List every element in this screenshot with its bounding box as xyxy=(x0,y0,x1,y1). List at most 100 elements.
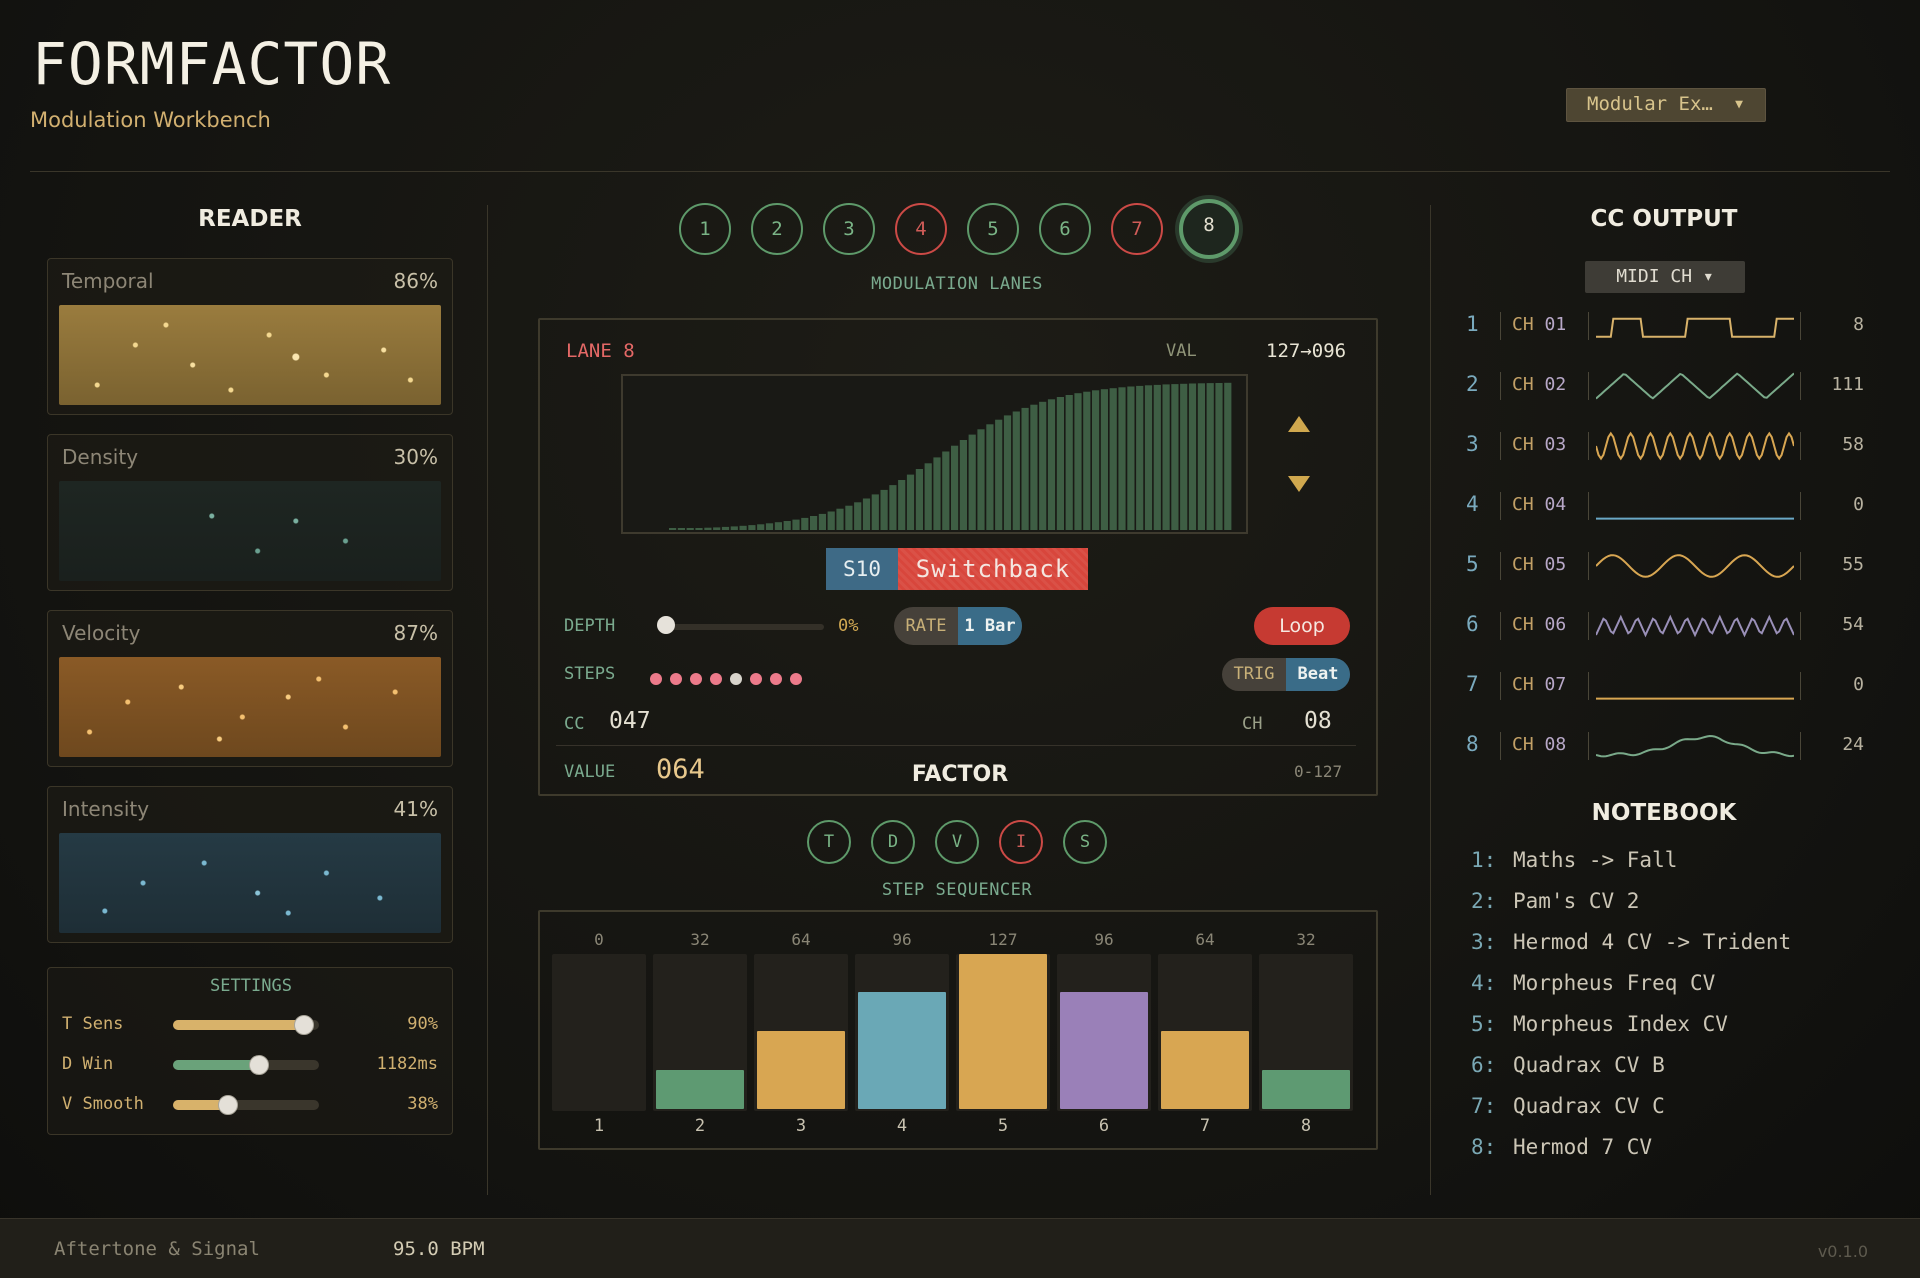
modulation-curve-display[interactable] xyxy=(621,374,1248,534)
step-bar[interactable] xyxy=(656,1070,744,1109)
shape-tag[interactable]: S10 xyxy=(826,548,898,590)
lane-button-5[interactable]: 5 xyxy=(967,203,1019,255)
steps-label: STEPS xyxy=(564,664,616,684)
cc-separator xyxy=(1800,312,1801,340)
factor-button-d[interactable]: D xyxy=(871,820,915,864)
step-bar[interactable] xyxy=(959,954,1047,1109)
preset-select[interactable]: Modular Ex… ▼ xyxy=(1566,88,1766,122)
curve-bar xyxy=(1047,399,1056,530)
step-sequencer-caption: STEP SEQUENCER xyxy=(881,880,1033,900)
slider-knob[interactable] xyxy=(294,1015,315,1035)
reader-card-temporal[interactable]: Temporal 86% xyxy=(47,258,453,415)
step-column-6[interactable] xyxy=(1057,954,1151,1111)
factor-button-v[interactable]: V xyxy=(935,820,979,864)
steps-indicator[interactable] xyxy=(650,670,810,685)
curve-bar xyxy=(898,480,906,530)
cc-row-3[interactable]: 3 CH 03 58 xyxy=(1466,426,1886,466)
lane-button-7[interactable]: 7 xyxy=(1111,203,1163,255)
curve-bar xyxy=(669,528,677,530)
step-bar[interactable] xyxy=(1161,1031,1249,1109)
step-bar[interactable] xyxy=(757,1031,845,1109)
cc-value: 55 xyxy=(1842,554,1864,575)
cc-separator xyxy=(1800,432,1801,460)
lane-button-2[interactable]: 2 xyxy=(751,203,803,255)
rate-selector[interactable]: RATE 1 Bar xyxy=(894,607,1022,645)
depth-label: DEPTH xyxy=(564,616,616,636)
curve-bar xyxy=(748,525,756,530)
shape-name-button[interactable]: Switchback xyxy=(898,548,1088,590)
depth-slider[interactable] xyxy=(664,624,824,630)
cc-row-index: 5 xyxy=(1466,552,1479,576)
cc-separator xyxy=(1588,552,1589,580)
step-column-5[interactable] xyxy=(956,954,1050,1111)
step-bar[interactable] xyxy=(858,992,946,1109)
notebook-item[interactable]: 5: Morpheus Index CV xyxy=(1471,1012,1728,1036)
footer-brand: Aftertone & Signal xyxy=(54,1238,260,1260)
step-column-8[interactable] xyxy=(1259,954,1353,1111)
depth-slider-knob[interactable] xyxy=(657,616,675,634)
loop-button[interactable]: Loop xyxy=(1254,607,1350,645)
reader-card-velocity[interactable]: Velocity 87% xyxy=(47,610,453,767)
cc-waveform xyxy=(1596,317,1794,338)
factor-button-i[interactable]: I xyxy=(999,820,1043,864)
cc-number-input[interactable]: 047 xyxy=(609,708,651,734)
step-column-2[interactable] xyxy=(653,954,747,1111)
cc-row-2[interactable]: 2 CH 02 111 xyxy=(1466,366,1886,406)
reader-card-density[interactable]: Density 30% xyxy=(47,434,453,591)
cc-row-7[interactable]: 7 CH 07 0 xyxy=(1466,666,1886,706)
lane-button-3[interactable]: 3 xyxy=(823,203,875,255)
trig-selector[interactable]: TRIG Beat xyxy=(1222,658,1350,691)
d-win-slider[interactable] xyxy=(173,1055,319,1075)
t-sens-slider[interactable] xyxy=(173,1015,319,1035)
curve-bar xyxy=(977,429,985,530)
setting-value: 38% xyxy=(407,1094,438,1114)
factor-button-t[interactable]: T xyxy=(807,820,851,864)
notebook-text: Quadrax CV C xyxy=(1513,1094,1665,1118)
v-smooth-slider[interactable] xyxy=(173,1095,319,1115)
lane-button-4[interactable]: 4 xyxy=(895,203,947,255)
midi-channel-select[interactable]: MIDI CH ▾ xyxy=(1585,261,1745,293)
bpm-display[interactable]: 95.0 BPM xyxy=(393,1238,485,1260)
step-value-label: 32 xyxy=(690,930,710,949)
notebook-item[interactable]: 6: Quadrax CV B xyxy=(1471,1053,1665,1077)
factor-button-s[interactable]: S xyxy=(1063,820,1107,864)
reader-card-value: 87% xyxy=(393,621,438,645)
notebook-item[interactable]: 1: Maths -> Fall xyxy=(1471,848,1677,872)
cc-waveform-line xyxy=(1596,317,1794,338)
lane-button-6[interactable]: 6 xyxy=(1039,203,1091,255)
cc-waveform xyxy=(1596,372,1794,400)
curve-bar xyxy=(862,498,871,530)
ch-number-input[interactable]: 08 xyxy=(1304,708,1332,734)
cc-row-1[interactable]: 1 CH 01 8 xyxy=(1466,306,1886,346)
step-column-4[interactable] xyxy=(855,954,949,1111)
cc-separator xyxy=(1800,612,1801,640)
lane-button-1[interactable]: 1 xyxy=(679,203,731,255)
notebook-index: 2: xyxy=(1471,889,1497,913)
cc-channel-number: 04 xyxy=(1544,494,1567,515)
cc-row-6[interactable]: 6 CH 06 54 xyxy=(1466,606,1886,646)
reader-card-intensity[interactable]: Intensity 41% xyxy=(47,786,453,943)
notebook-item[interactable]: 2: Pam's CV 2 xyxy=(1471,889,1639,913)
notebook-item[interactable]: 3: Hermod 4 CV -> Trident xyxy=(1471,930,1791,954)
curve-bar xyxy=(1197,383,1205,530)
notebook-text: Morpheus Index CV xyxy=(1513,1012,1728,1036)
cc-separator xyxy=(1588,432,1589,460)
lane-button-8[interactable]: 8 xyxy=(1179,199,1239,259)
step-column-3[interactable] xyxy=(754,954,848,1111)
value-number[interactable]: 064 xyxy=(656,754,705,785)
cc-row-8[interactable]: 8 CH 08 24 xyxy=(1466,726,1886,766)
step-column-1[interactable] xyxy=(552,954,646,1111)
step-bar[interactable] xyxy=(1262,1070,1350,1109)
arrow-down-icon[interactable] xyxy=(1288,476,1310,492)
step-bar[interactable] xyxy=(1060,992,1148,1109)
arrow-up-icon[interactable] xyxy=(1288,416,1310,432)
slider-knob[interactable] xyxy=(218,1095,239,1115)
step-column-7[interactable] xyxy=(1158,954,1252,1111)
cc-row-4[interactable]: 4 CH 04 0 xyxy=(1466,486,1886,526)
slider-knob[interactable] xyxy=(249,1055,270,1075)
notebook-item[interactable]: 7: Quadrax CV C xyxy=(1471,1094,1665,1118)
notebook-item[interactable]: 8: Hermod 7 CV xyxy=(1471,1135,1652,1159)
cc-row-5[interactable]: 5 CH 05 55 xyxy=(1466,546,1886,586)
notebook-item[interactable]: 4: Morpheus Freq CV xyxy=(1471,971,1715,995)
cc-separator xyxy=(1500,312,1501,340)
